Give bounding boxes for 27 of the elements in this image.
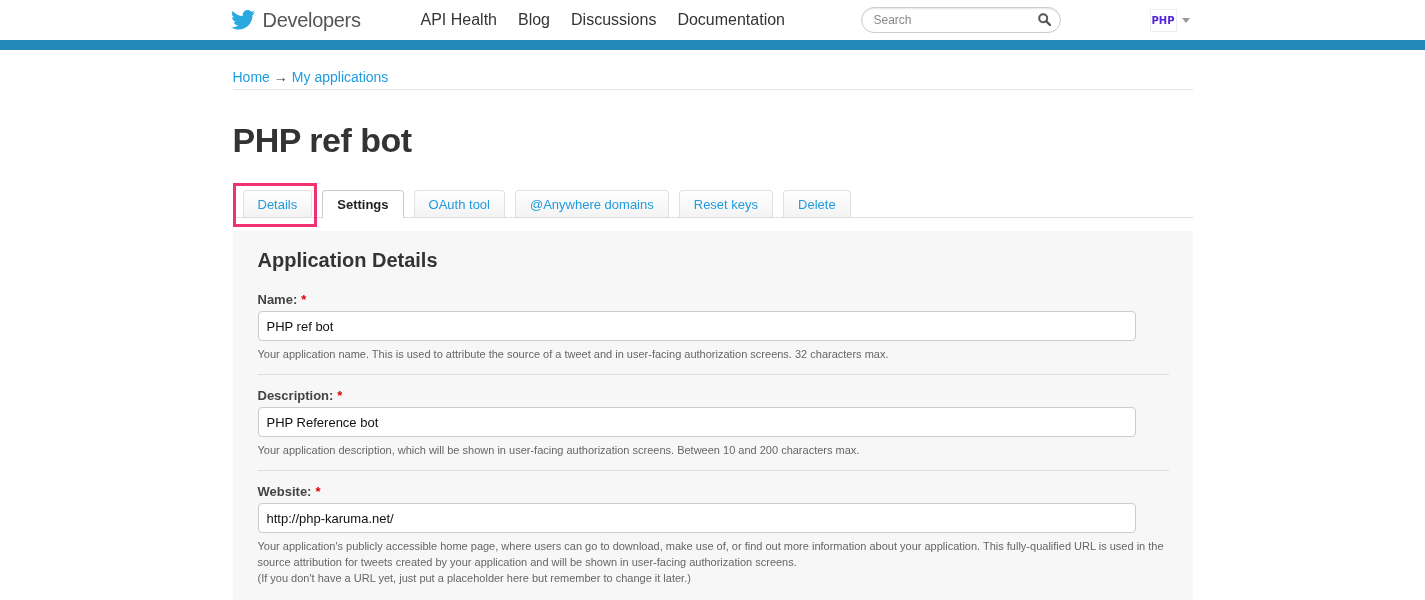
breadcrumb-separator: → xyxy=(273,69,288,85)
section-heading: Application Details xyxy=(257,249,439,273)
text-input[interactable]: http://php-karuma.net/ xyxy=(257,503,1136,533)
help-text: Your application's publicly accessible home page, where users can go to download, make use of, or find out more information about your application. This fully-qualified URL is used in the source attribution for tweets created by your application and will be shown in user-facing authorization screens. xyxy=(257,539,1165,570)
help-text: Your application name. This is used to attribute the source of a tweet and in user-facing authorization screens. 32 characters max. xyxy=(257,347,890,362)
field-label: Website: xyxy=(257,484,312,501)
caret-icon[interactable] xyxy=(1181,17,1190,23)
nav-link[interactable]: Documentation xyxy=(677,11,785,29)
bird-logo-icon xyxy=(230,10,255,30)
user-avatar[interactable]: PHP xyxy=(1149,8,1177,32)
text-input[interactable]: PHP ref bot xyxy=(257,311,1136,341)
help-text: (If you don't have a URL yet, just put a placeholder here but remember to change it later.) xyxy=(257,571,692,586)
required-mark: * xyxy=(337,388,343,405)
field-label: Description: xyxy=(257,388,334,405)
search-field[interactable]: Search xyxy=(860,7,1061,33)
nav-link[interactable]: Discussions xyxy=(571,11,657,29)
site-name: Developers xyxy=(262,8,361,32)
nav-link[interactable]: API Health xyxy=(420,11,497,29)
page-title: PHP ref bot xyxy=(232,121,413,161)
nav-link[interactable]: Blog xyxy=(518,11,550,29)
help-text: Your application description, which will be shown in user-facing authorization screens. Between 10 and 200 characters max. xyxy=(257,443,861,458)
field-label: Name: xyxy=(257,292,298,309)
required-mark: * xyxy=(301,292,307,309)
tab[interactable]: Settings xyxy=(322,190,404,218)
required-mark: * xyxy=(315,484,321,501)
search-icon xyxy=(1037,13,1051,26)
text-input[interactable]: PHP Reference bot xyxy=(257,407,1136,437)
